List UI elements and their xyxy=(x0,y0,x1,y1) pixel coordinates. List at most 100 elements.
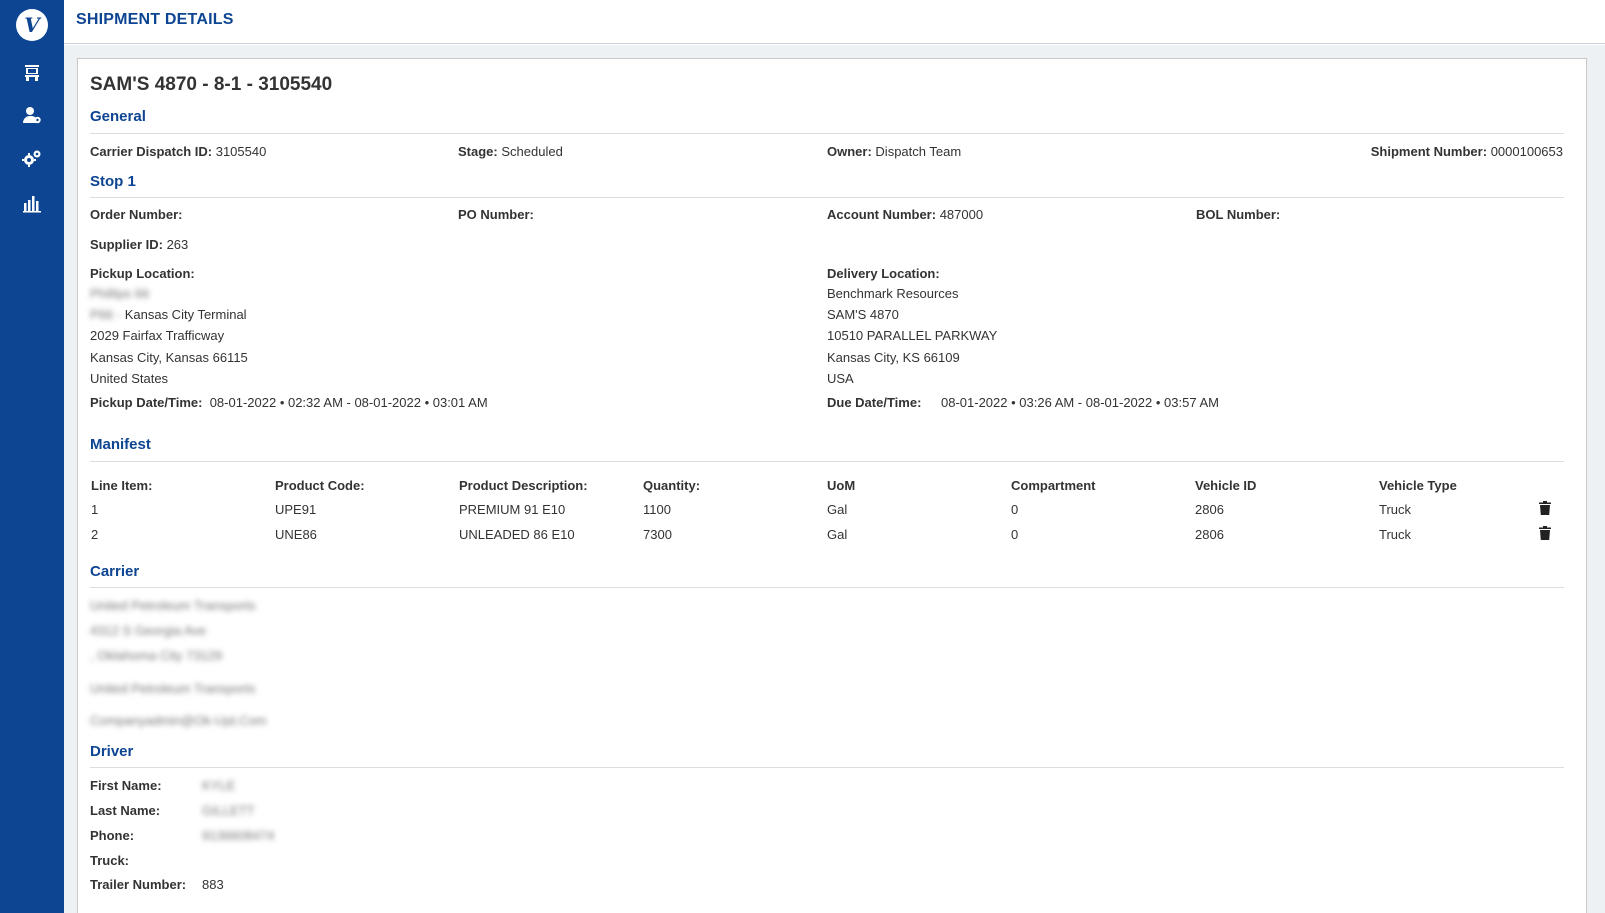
divider xyxy=(90,587,1564,588)
table-cell: UNLEADED 86 E10 xyxy=(459,527,575,542)
column-header: Line Item: xyxy=(91,478,153,493)
shipment-number-label: Shipment Number: xyxy=(1370,144,1488,159)
main-content: SAM'S 4870 - 8-1 - 3105540 General Carri… xyxy=(64,45,1605,913)
table-cell: 7300 xyxy=(643,527,672,542)
gears-icon[interactable] xyxy=(18,145,46,173)
pickup-line-3: 2029 Fairfax Trafficway xyxy=(90,328,225,343)
pickup-line-4: Kansas City, Kansas 66115 xyxy=(90,350,248,365)
stage: Stage: Scheduled xyxy=(458,144,563,159)
po-number: PO Number: xyxy=(458,207,534,222)
bar-chart-icon[interactable] xyxy=(18,189,46,217)
account-number-label: Account Number: xyxy=(827,207,937,222)
pickup-datetime: Pickup Date/Time: 08-01-2022 • 02:32 AM … xyxy=(90,395,488,410)
table-cell: UNE86 xyxy=(275,527,317,542)
phone-label: Phone: xyxy=(90,828,135,843)
account-number-value: 487000 xyxy=(939,207,984,222)
app-logo[interactable]: V xyxy=(16,9,48,41)
carrier-address-2: , Oklahoma City 73129 xyxy=(90,648,223,663)
po-number-label: PO Number: xyxy=(458,207,534,222)
shipment-title: SAM'S 4870 - 8-1 - 3105540 xyxy=(90,74,333,95)
bol-number: BOL Number: xyxy=(1196,207,1280,222)
delivery-line-3: 10510 PARALLEL PARKWAY xyxy=(827,328,998,343)
delivery-location-label: Delivery Location: xyxy=(827,266,940,281)
pickup-datetime-label: Pickup Date/Time: xyxy=(90,395,203,410)
due-datetime-value: 08-01-2022 • 03:26 AM - 08-01-2022 • 03:… xyxy=(941,395,1219,410)
delivery-line-2: SAM'S 4870 xyxy=(827,307,899,322)
shipment-card: SAM'S 4870 - 8-1 - 3105540 General Carri… xyxy=(77,58,1587,913)
trash-icon[interactable] xyxy=(1539,501,1551,515)
delivery-line-1: Benchmark Resources xyxy=(827,286,959,301)
supplier-id: Supplier ID: 263 xyxy=(90,237,188,252)
carrier-dispatch-id: Carrier Dispatch ID: 3105540 xyxy=(90,144,266,159)
table-cell: 0 xyxy=(1011,502,1019,517)
divider xyxy=(90,133,1564,134)
table-cell: 1100 xyxy=(643,502,671,517)
carrier-address-1: 4312 S Georgia Ave xyxy=(90,623,207,638)
column-header: Vehicle Type xyxy=(1379,478,1457,493)
table-cell: Gal xyxy=(827,502,848,517)
trash-icon[interactable] xyxy=(1539,526,1551,540)
table-cell: 0 xyxy=(1011,527,1019,542)
truck-label: Truck: xyxy=(90,853,130,868)
phone-value: 9136608474 xyxy=(202,828,275,843)
table-cell: 1 xyxy=(91,502,99,517)
pickup-location-label: Pickup Location: xyxy=(90,266,195,281)
owner: Owner: Dispatch Team xyxy=(827,144,961,159)
delivery-line-4: Kansas City, KS 66109 xyxy=(827,350,960,365)
pickup-line-1: Phillips 66 xyxy=(90,286,150,301)
trailer-number-value: 883 xyxy=(202,877,224,892)
delivery-line-5: USA xyxy=(827,371,854,386)
table-cell: Gal xyxy=(827,527,848,542)
shipment-number: Shipment Number: 0000100653 xyxy=(1371,144,1563,159)
section-heading-manifest: Manifest xyxy=(90,436,151,453)
table-cell: 2 xyxy=(91,527,99,542)
sidebar: V xyxy=(0,0,64,913)
column-header: Quantity: xyxy=(643,478,701,493)
last-name-label: Last Name: xyxy=(90,803,161,818)
section-heading-carrier: Carrier xyxy=(90,563,140,580)
due-datetime-label: Due Date/Time: xyxy=(827,395,922,410)
order-number-label: Order Number: xyxy=(90,207,183,222)
supplier-id-value: 263 xyxy=(166,237,189,252)
pickup-line-2-prefix: P66 - xyxy=(90,307,122,322)
divider xyxy=(90,461,1564,462)
trailer-number-label: Trailer Number: xyxy=(90,877,187,892)
first-name-value: KYLE xyxy=(202,778,236,793)
pickup-terminal: Kansas City Terminal xyxy=(124,307,247,322)
table-cell: 2806 xyxy=(1195,502,1224,517)
carrier-email: Companyadmin@Ok-Upt.Com xyxy=(90,713,267,728)
table-cell: UPE91 xyxy=(275,502,317,517)
pickup-line-5: United States xyxy=(90,371,169,386)
table-cell: Truck xyxy=(1379,502,1412,517)
user-settings-icon[interactable] xyxy=(18,101,46,129)
pickup-line-2: P66 - Kansas City Terminal xyxy=(90,307,247,322)
pickup-datetime-value: 08-01-2022 • 02:32 AM - 08-01-2022 • 03:… xyxy=(209,395,488,410)
column-header: Product Code: xyxy=(275,478,365,493)
column-header: Compartment xyxy=(1011,478,1096,493)
table-cell: PREMIUM 91 E10 xyxy=(459,502,566,517)
stage-value: Scheduled xyxy=(501,144,563,159)
carrier-name-2: United Petroleum Transports xyxy=(90,681,256,696)
carrier-dispatch-label: Carrier Dispatch ID: xyxy=(90,144,213,159)
top-bar: SHIPMENT DETAILS xyxy=(64,0,1605,44)
section-heading-driver: Driver xyxy=(90,743,134,760)
last-name-value: GILLETT xyxy=(202,803,255,818)
divider xyxy=(90,197,1564,198)
first-name-label: First Name: xyxy=(90,778,162,793)
divider xyxy=(90,767,1564,768)
section-heading-stop: Stop 1 xyxy=(90,173,136,190)
column-header: UoM xyxy=(827,478,856,493)
column-header: Product Description: xyxy=(459,478,588,493)
owner-value: Dispatch Team xyxy=(875,144,962,159)
shipment-number-value: 0000100653 xyxy=(1490,144,1563,159)
stage-label: Stage: xyxy=(458,144,498,159)
order-number: Order Number: xyxy=(90,207,182,222)
section-heading-general: General xyxy=(90,108,146,125)
account-number: Account Number: 487000 xyxy=(827,207,983,222)
table-cell: 2806 xyxy=(1195,527,1224,542)
truck-icon[interactable] xyxy=(18,59,46,87)
bol-number-label: BOL Number: xyxy=(1196,207,1281,222)
owner-label: Owner: xyxy=(827,144,872,159)
carrier-dispatch-value: 3105540 xyxy=(215,144,267,159)
carrier-name: United Petroleum Transports xyxy=(90,598,256,613)
